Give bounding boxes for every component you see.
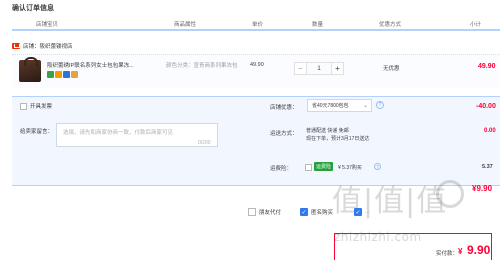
shipping-fee: 0.00 bbox=[484, 128, 496, 134]
more-options-label: ... bbox=[365, 209, 370, 215]
table-header: 店铺宝贝 商品属性 单价 数量 优惠方式 小计 bbox=[12, 15, 500, 31]
message-char-counter: 0/200 bbox=[198, 140, 211, 146]
badge-icon-blue bbox=[63, 71, 70, 78]
invoice-checkbox[interactable] bbox=[20, 102, 27, 110]
anonymous-purchase-label: 匿名购买 bbox=[311, 210, 334, 216]
insurance-label: 运费险： bbox=[270, 166, 293, 172]
insurance-price-text: ¥ 5.37购买 bbox=[338, 165, 362, 171]
watermark-url: zhizhizhi.com bbox=[334, 230, 422, 244]
shipping-label: 运送方式： bbox=[270, 131, 298, 137]
shop-total: ¥9.90 bbox=[472, 184, 493, 193]
decrease-quantity-button[interactable]: − bbox=[294, 62, 307, 75]
shop-name-link[interactable]: 阪织蕾镂视店 bbox=[40, 42, 73, 50]
anonymous-purchase-option[interactable]: ✓ 匿名购买 bbox=[300, 208, 333, 216]
watermark-circle-icon bbox=[436, 180, 464, 208]
product-thumbnail[interactable] bbox=[19, 57, 41, 82]
shipping-method: 普通配送 快递 免邮 bbox=[306, 128, 349, 134]
more-options-checkbox[interactable]: ✓ bbox=[354, 208, 362, 216]
anonymous-purchase-checkbox[interactable]: ✓ bbox=[300, 208, 308, 216]
shop-icon bbox=[12, 43, 20, 49]
page-title: 确认订单信息 bbox=[12, 5, 54, 12]
friend-pay-option[interactable]: 朋友代付 bbox=[248, 208, 281, 216]
insurance-tag: 运费险 bbox=[314, 162, 334, 171]
badge-icon-orange bbox=[55, 71, 62, 78]
column-header-price: 单价 bbox=[252, 22, 264, 28]
column-header-attribute: 商品属性 bbox=[174, 22, 197, 28]
column-header-discount: 优惠方式 bbox=[379, 22, 402, 28]
insurance-checkbox[interactable] bbox=[305, 164, 312, 171]
quantity-input[interactable]: 1 bbox=[307, 62, 331, 75]
message-label: 给卖家留言： bbox=[20, 129, 54, 135]
shop-discount-select[interactable]: 省40元7800包包 ⌄ bbox=[307, 99, 372, 112]
info-icon[interactable]: ? bbox=[376, 101, 384, 109]
shop-discount-selected: 省40元7800包包 bbox=[312, 103, 349, 109]
chevron-down-icon: ⌄ bbox=[362, 103, 368, 109]
friend-pay-checkbox[interactable] bbox=[248, 208, 256, 216]
shop-label: 店铺： bbox=[23, 44, 40, 50]
paid-amount: 9.90 bbox=[467, 243, 491, 257]
badge-icon-gold bbox=[71, 71, 78, 78]
message-placeholder: 选填，请先和商家协商一致，付款后商家可见 bbox=[63, 130, 174, 136]
invoice-label: 开具发票 bbox=[30, 104, 53, 110]
column-header-item: 店铺宝贝 bbox=[36, 22, 59, 28]
service-badges bbox=[47, 71, 78, 78]
friend-pay-label: 朋友代付 bbox=[259, 210, 282, 216]
increase-quantity-button[interactable]: + bbox=[331, 62, 344, 75]
more-options[interactable]: ✓ ... bbox=[354, 208, 370, 216]
discount-method: 无优惠 bbox=[383, 66, 400, 72]
quantity-stepper: − 1 + bbox=[294, 62, 344, 75]
shipping-info: 普通配送 快递 免邮 现在下单，预计3月17日送达 bbox=[306, 127, 369, 143]
shipping-eta: 现在下单，预计3月17日送达 bbox=[306, 136, 370, 142]
currency-symbol: ¥ bbox=[458, 247, 463, 256]
column-header-subtotal: 小计 bbox=[470, 22, 482, 28]
unit-price: 49.90 bbox=[250, 62, 264, 68]
shop-row: 店铺： 阪织蕾镂视店 bbox=[12, 41, 73, 51]
invoice-option[interactable]: 开具发票 bbox=[20, 102, 52, 110]
item-subtotal: 49.90 bbox=[478, 63, 496, 70]
column-header-quantity: 数量 bbox=[312, 22, 324, 28]
insurance-info-icon[interactable]: ? bbox=[374, 163, 381, 170]
order-item-row bbox=[12, 54, 500, 88]
shop-discount-amount: -40.00 bbox=[476, 103, 496, 110]
product-attribute: 颜色分类：宣青商系列果冻包 bbox=[166, 63, 238, 69]
badge-icon-green bbox=[47, 71, 54, 78]
watermark-logo: 值|值|值 bbox=[332, 184, 448, 219]
insurance-fee: 5.37 bbox=[482, 164, 493, 170]
shop-discount-label: 店铺优惠： bbox=[270, 105, 298, 111]
paid-amount-label: 实付款： bbox=[436, 251, 459, 257]
